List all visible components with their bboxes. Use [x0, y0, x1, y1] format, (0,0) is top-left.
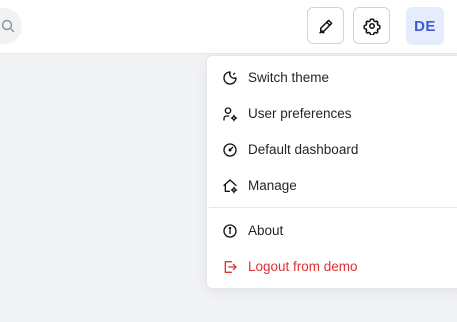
menu-item-label: Manage — [248, 178, 297, 193]
menu-item-label: Switch theme — [248, 70, 330, 85]
gauge-icon — [223, 143, 237, 157]
menu-item-logout[interactable]: Logout from demo — [207, 250, 457, 284]
menu-item-manage[interactable]: Manage — [207, 169, 457, 203]
menu-item-label: Default dashboard — [248, 142, 359, 157]
menu-item-about[interactable]: About — [207, 214, 457, 248]
home-settings-icon — [223, 179, 238, 194]
menu-item-user-preferences[interactable]: User preferences — [207, 97, 457, 131]
user-settings-icon — [223, 107, 238, 122]
gear-icon — [362, 17, 381, 35]
menu-item-label: About — [248, 223, 284, 238]
logout-icon — [224, 261, 237, 273]
user-menu-dropdown: Switch theme User preferences Default da… — [206, 55, 457, 289]
moon-icon — [223, 71, 237, 85]
info-icon — [223, 224, 237, 238]
top-header: DE — [0, 0, 457, 54]
menu-item-switch-theme[interactable]: Switch theme — [207, 61, 457, 95]
menu-item-label: Logout from demo — [248, 259, 358, 274]
menu-divider — [209, 207, 457, 208]
search-input[interactable] — [0, 8, 22, 44]
pen-icon — [318, 19, 332, 33]
avatar[interactable]: DE — [406, 7, 444, 45]
settings-button[interactable] — [353, 7, 390, 44]
search-icon — [1, 19, 15, 33]
menu-item-label: User preferences — [248, 106, 352, 121]
edit-button[interactable] — [307, 7, 344, 44]
menu-item-default-dashboard[interactable]: Default dashboard — [207, 133, 457, 167]
